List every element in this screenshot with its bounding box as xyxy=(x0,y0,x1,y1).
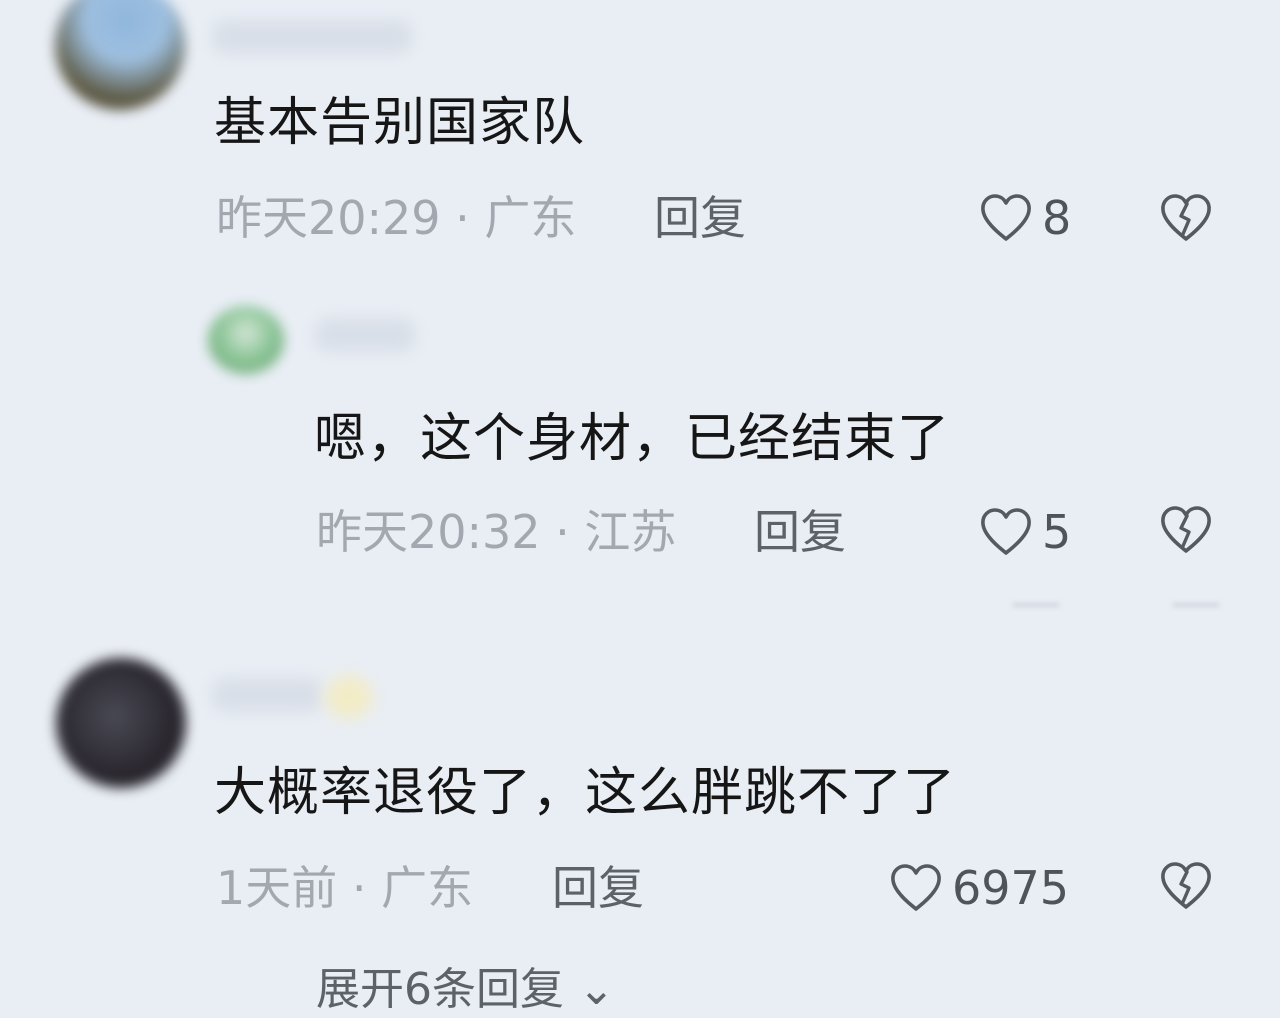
heart-outline-icon xyxy=(981,508,1031,555)
like-button[interactable]: 6975 xyxy=(888,860,1069,916)
username-blurred[interactable] xyxy=(212,678,322,712)
reply-button[interactable]: 回复 xyxy=(754,504,846,560)
expand-replies-link[interactable]: 展开6条回复 ⌄ xyxy=(316,962,615,1018)
comment-meta: 昨天20:29 · 广东 xyxy=(216,191,577,245)
broken-heart-icon xyxy=(1161,194,1211,241)
username-blurred[interactable] xyxy=(212,20,412,54)
like-count: 6975 xyxy=(952,861,1070,915)
dislike-button[interactable] xyxy=(1158,504,1214,556)
like-button[interactable]: 5 xyxy=(978,504,1071,560)
divider xyxy=(1012,602,1060,608)
emoji-badge xyxy=(325,675,373,719)
reply-button[interactable]: 回复 xyxy=(654,190,746,246)
dislike-button[interactable] xyxy=(1158,860,1214,912)
reply-button[interactable]: 回复 xyxy=(552,860,644,916)
broken-heart-icon xyxy=(1161,862,1211,909)
avatar[interactable] xyxy=(56,658,186,788)
comment-text: 嗯，这个身材，已经结束了 xyxy=(314,409,951,469)
comment-text: 基本告别国家队 xyxy=(214,93,586,153)
comment-text: 大概率退役了，这么胖跳不了了 xyxy=(214,763,957,823)
comment-meta: 昨天20:32 · 江苏 xyxy=(316,505,677,559)
avatar[interactable] xyxy=(55,0,185,110)
like-button[interactable]: 8 xyxy=(978,190,1071,246)
username-blurred[interactable] xyxy=(315,318,415,352)
comment-meta: 1天前 · 广东 xyxy=(216,861,474,915)
heart-outline-icon xyxy=(981,194,1031,241)
like-count: 8 xyxy=(1042,191,1072,245)
like-count: 5 xyxy=(1042,505,1072,559)
broken-heart-icon xyxy=(1161,506,1211,553)
avatar[interactable] xyxy=(208,306,284,374)
divider xyxy=(1172,602,1220,608)
dislike-button[interactable] xyxy=(1158,192,1214,244)
heart-outline-icon xyxy=(891,864,941,911)
